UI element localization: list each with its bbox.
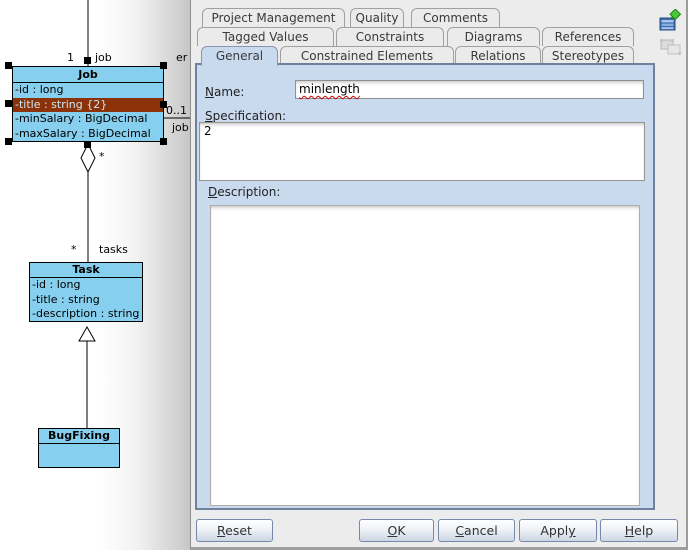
- clipped-role-label: er: [176, 51, 187, 64]
- argouml-window: 1 job er 0..1 job * * tasks Job -id : lo…: [0, 0, 688, 550]
- multiplicity-label: *: [99, 150, 105, 163]
- apply-button[interactable]: Apply: [519, 519, 597, 542]
- attribute-row[interactable]: -maxSalary : BigDecimal: [13, 127, 163, 142]
- cancel-button[interactable]: Cancel: [438, 519, 515, 542]
- attribute-row[interactable]: -id : long: [30, 278, 142, 293]
- specification-textarea[interactable]: 2: [199, 122, 645, 181]
- selection-handle[interactable]: [160, 62, 167, 69]
- name-input[interactable]: minlength: [295, 80, 644, 99]
- role-label: job: [172, 121, 189, 134]
- tab-quality[interactable]: Quality: [350, 8, 404, 27]
- attribute-row-selected[interactable]: -title : string {2}: [13, 98, 163, 113]
- reset-button[interactable]: Reset: [196, 519, 273, 542]
- role-label: job: [95, 51, 112, 64]
- class-name: BugFixing: [39, 429, 119, 444]
- specification-label: Specification:: [205, 109, 286, 123]
- multiplicity-label: 0..1: [166, 104, 187, 117]
- attribute-row[interactable]: -description : string: [30, 307, 142, 322]
- tab-project-management[interactable]: Project Management: [202, 8, 345, 27]
- tab-tagged-values[interactable]: Tagged Values: [197, 27, 334, 46]
- copy-disabled-icon: [659, 36, 683, 58]
- attribute-row[interactable]: -minSalary : BigDecimal: [13, 112, 163, 127]
- selection-handle[interactable]: [160, 101, 167, 108]
- selection-handle[interactable]: [5, 100, 12, 107]
- selection-handle[interactable]: [84, 57, 91, 64]
- tab-constraints[interactable]: Constraints: [336, 27, 444, 46]
- name-value: minlength: [299, 82, 360, 96]
- class-task[interactable]: Task -id : long -title : string -descrip…: [29, 262, 143, 322]
- tab-constrained-elements[interactable]: Constrained Elements: [280, 46, 454, 63]
- name-label: Name:: [205, 85, 244, 99]
- class-bugfixing[interactable]: BugFixing: [38, 428, 120, 468]
- tab-general[interactable]: General: [201, 46, 278, 66]
- class-job[interactable]: Job -id : long -title : string {2} -minS…: [12, 66, 164, 142]
- tab-comments[interactable]: Comments: [411, 8, 500, 27]
- tab-relations[interactable]: Relations: [455, 46, 541, 63]
- selection-handle[interactable]: [5, 62, 12, 69]
- class-name: Job: [13, 67, 163, 83]
- tab-diagrams[interactable]: Diagrams: [447, 27, 540, 46]
- role-label: tasks: [99, 243, 128, 256]
- ok-button[interactable]: OK: [359, 519, 434, 542]
- selection-handle[interactable]: [84, 141, 91, 148]
- multiplicity-label: *: [71, 243, 77, 256]
- class-name: Task: [30, 263, 142, 278]
- tab-references[interactable]: References: [542, 27, 634, 46]
- help-button[interactable]: Help: [600, 519, 678, 542]
- attribute-row[interactable]: -id : long: [13, 83, 163, 98]
- description-textarea[interactable]: [210, 205, 640, 506]
- selection-handle[interactable]: [5, 138, 12, 145]
- description-label: Description:: [208, 185, 280, 199]
- multiplicity-label: 1: [67, 51, 74, 64]
- navigate-tagged-values-icon[interactable]: [658, 9, 684, 33]
- attribute-row[interactable]: -title : string: [30, 293, 142, 308]
- tab-stereotypes[interactable]: Stereotypes: [542, 46, 634, 63]
- selection-handle[interactable]: [160, 138, 167, 145]
